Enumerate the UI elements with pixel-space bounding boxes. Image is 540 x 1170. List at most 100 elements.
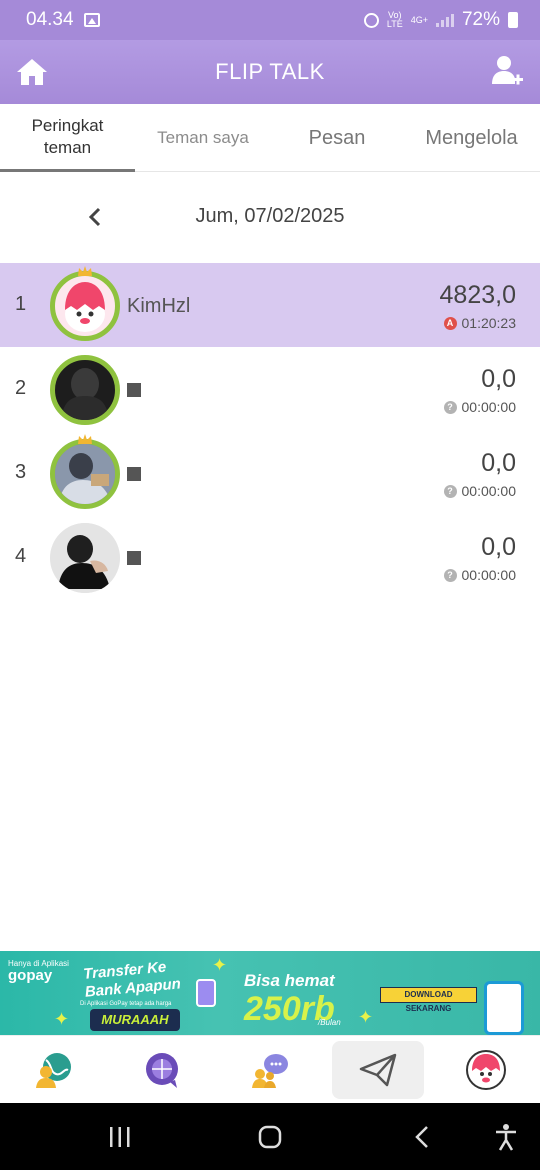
nav-friends-globe[interactable] — [22, 1036, 86, 1104]
back-icon — [415, 1125, 428, 1148]
tab-messages-label: Pesan — [308, 126, 366, 149]
tab-label-line1: Peringkat — [31, 115, 104, 135]
time-info: ? 00:00:00 — [443, 483, 517, 499]
time-value: 00:00:00 — [461, 399, 517, 415]
nav-globe-chat[interactable] — [130, 1036, 194, 1104]
time-status-icon: ? — [443, 400, 457, 414]
globe-chat-icon — [146, 1053, 178, 1088]
rank-name-hidden — [127, 467, 141, 481]
ranking-row-2[interactable]: 2 0,0 ? 00:00:00 — [0, 347, 540, 431]
tab-my-friends-label: Teman saya — [157, 128, 249, 147]
date-navigator: Jum, 07/02/2025 — [0, 172, 540, 262]
home-button[interactable] — [14, 54, 50, 90]
ad-headline: Transfer Ke Bank Apapun — [82, 958, 182, 1001]
accessibility-icon — [496, 1123, 516, 1151]
rank-number: 4 — [15, 545, 27, 567]
sparkle-icon: ✦ — [54, 1009, 70, 1029]
tab-my-friends[interactable]: Teman saya — [135, 104, 271, 172]
phone-icon — [196, 979, 216, 1007]
battery-icon — [508, 12, 518, 28]
time-info: ? 00:00:00 — [443, 567, 517, 583]
friends-globe-icon — [36, 1053, 71, 1088]
ad-subtext: Di Aplikasi GoPay tetap ada harga — [80, 1001, 172, 1007]
tab-friend-ranking[interactable]: Peringkat teman — [0, 104, 135, 172]
sparkle-icon: ✦ — [212, 955, 228, 975]
time-info: ? 00:00:00 — [443, 399, 517, 415]
signal-icon — [435, 13, 454, 27]
avatar — [50, 266, 120, 341]
battery-percent: 72% — [461, 9, 500, 30]
avatar-image — [50, 271, 120, 341]
accessibility-button[interactable] — [476, 1103, 536, 1170]
add-friend-icon — [492, 56, 523, 85]
time-value: 00:00:00 — [461, 567, 517, 583]
avatar — [50, 434, 120, 509]
rank-name: KimHzl — [127, 295, 191, 317]
sparkle-icon: ✦ — [358, 1007, 374, 1027]
score-value: 4823,0 — [439, 281, 516, 309]
time-status-icon: ? — [443, 568, 457, 582]
avatar-image — [50, 523, 120, 593]
data-indicator: 4G+ — [410, 14, 428, 25]
avatar-image — [50, 439, 120, 509]
nav-send[interactable] — [332, 1041, 424, 1099]
time-value: 00:00:00 — [461, 483, 517, 499]
alarm-icon — [363, 12, 379, 28]
score-value: 0,0 — [481, 365, 516, 393]
ranking-row-3[interactable]: 3 0,0 ? 00:00:00 — [0, 431, 540, 515]
time-status-icon: A — [443, 316, 457, 330]
ad-banner[interactable]: Hanya di Aplikasi gopay Transfer Ke Bank… — [0, 951, 540, 1035]
system-navigation — [0, 1103, 540, 1170]
recent-apps-icon — [110, 1126, 130, 1147]
tab-messages[interactable]: Pesan — [271, 104, 403, 172]
bottom-navigation — [0, 1035, 540, 1103]
tab-manage-label: Mengelola — [425, 126, 518, 149]
send-icon — [359, 1053, 397, 1087]
rank-number: 3 — [15, 461, 27, 483]
status-time: 04.34 — [26, 9, 74, 30]
avatar — [50, 355, 120, 425]
avatar — [50, 523, 120, 593]
score-value: 0,0 — [481, 449, 516, 477]
status-bar: 04.34 Vo) LTE 4G+ 72% — [0, 0, 540, 40]
current-date: Jum, 07/02/2025 — [195, 205, 345, 227]
rank-number: 2 — [15, 377, 27, 399]
ad-brand: gopay — [8, 967, 53, 984]
ranking-row-4[interactable]: 4 0,0 ? 00:00:00 — [0, 515, 540, 599]
crown-icon — [78, 434, 92, 444]
gallery-icon — [83, 13, 100, 27]
ad-save-text: Bisa hemat — [244, 971, 335, 990]
back-system-button[interactable] — [392, 1103, 452, 1170]
ad-download-button[interactable]: DOWNLOAD SEKARANG — [380, 987, 477, 1013]
nav-profile[interactable] — [454, 1036, 518, 1104]
ad-period: /Bulan — [318, 1018, 341, 1027]
add-friend-button[interactable] — [490, 52, 524, 90]
time-status-icon: ? — [443, 484, 457, 498]
home-circle-icon — [258, 1125, 282, 1148]
home-icon — [17, 59, 47, 85]
group-chat-icon — [252, 1054, 288, 1088]
score-value: 0,0 — [481, 533, 516, 561]
avatar-image — [50, 355, 120, 425]
ranking-list: 1 KimHzl 4823,0 A 01:20:23 2 0,0 ? 00:00… — [0, 263, 540, 599]
gopay-phone-icon — [484, 981, 524, 1035]
tab-bar: Peringkat teman Teman saya Pesan Mengelo… — [0, 104, 540, 172]
ranking-row-1[interactable]: 1 KimHzl 4823,0 A 01:20:23 — [0, 263, 540, 347]
rank-name-hidden — [127, 551, 141, 565]
network-indicator: Vo) LTE — [387, 11, 403, 29]
home-system-button[interactable] — [240, 1103, 300, 1170]
tab-label-line2: teman — [43, 137, 92, 157]
nav-group-chat[interactable] — [238, 1036, 302, 1104]
profile-avatar-icon — [466, 1050, 506, 1090]
ad-pill: MURAAAH — [90, 1009, 180, 1031]
app-title: FLIP TALK — [215, 59, 325, 84]
time-info: A 01:20:23 — [443, 315, 517, 331]
tab-friend-ranking-label: Peringkat teman — [32, 115, 104, 159]
app-header: FLIP TALK — [0, 40, 540, 104]
time-value: 01:20:23 — [461, 315, 517, 331]
status-right: Vo) LTE 4G+ 72% — [363, 9, 518, 31]
crown-icon — [78, 266, 92, 276]
tab-manage[interactable]: Mengelola — [403, 104, 540, 172]
recent-apps-button[interactable] — [90, 1103, 150, 1170]
rank-number: 1 — [15, 293, 27, 315]
